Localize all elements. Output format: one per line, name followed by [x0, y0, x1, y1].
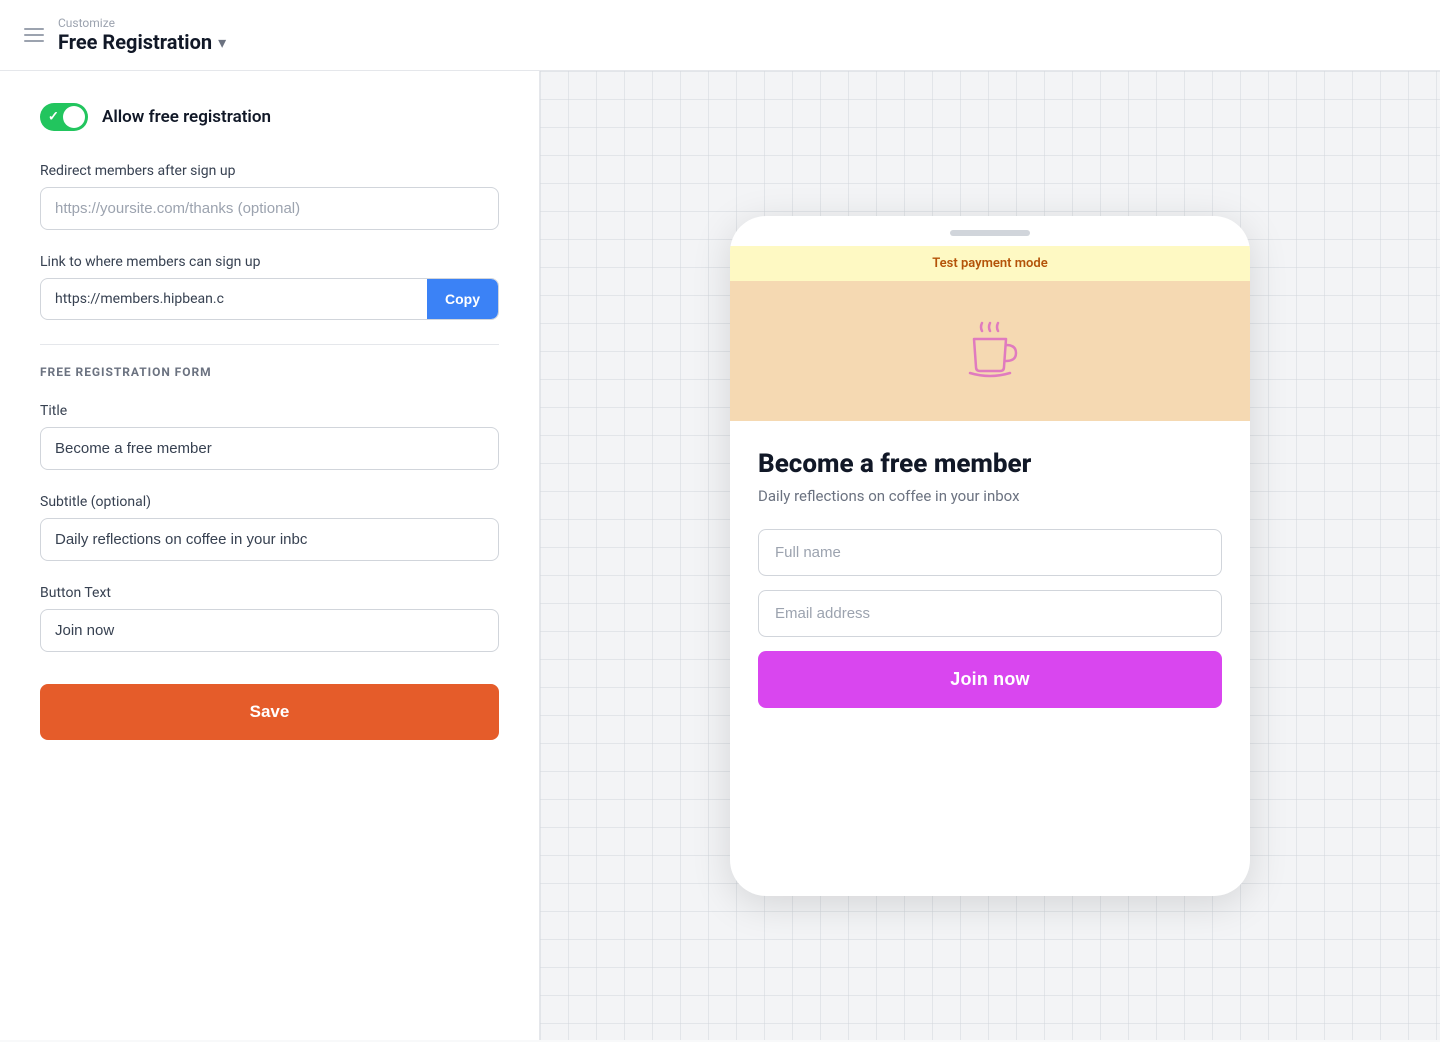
subtitle-input[interactable] — [40, 518, 499, 561]
title-label: Title — [40, 403, 499, 419]
header-title-area: Customize Free Registration ▾ — [58, 16, 226, 54]
chevron-down-icon[interactable]: ▾ — [218, 33, 226, 52]
button-text-input[interactable] — [40, 609, 499, 652]
title-input[interactable] — [40, 427, 499, 470]
button-text-label: Button Text — [40, 585, 499, 601]
preview-subtitle: Daily reflections on coffee in your inbo… — [758, 487, 1222, 505]
signup-link-url: https://members.hipbean.c — [41, 279, 427, 319]
preview-content: Become a free member Daily reflections o… — [730, 421, 1250, 740]
preview-title: Become a free member — [758, 449, 1222, 479]
customize-label: Customize — [58, 16, 226, 30]
redirect-input[interactable] — [40, 187, 499, 230]
save-button[interactable]: Save — [40, 684, 499, 740]
phone-notch — [950, 230, 1030, 236]
left-panel: ✓ Allow free registration Redirect membe… — [0, 71, 540, 1040]
allow-free-registration-row: ✓ Allow free registration — [40, 103, 499, 131]
button-text-field-group: Button Text — [40, 585, 499, 652]
test-payment-banner: Test payment mode — [730, 246, 1250, 281]
main-layout: ✓ Allow free registration Redirect membe… — [0, 71, 1440, 1040]
page-title-text: Free Registration — [58, 30, 212, 54]
redirect-field-group: Redirect members after sign up — [40, 163, 499, 230]
preview-full-name-input[interactable] — [758, 529, 1222, 576]
page-title: Free Registration ▾ — [58, 30, 226, 54]
copy-button[interactable]: Copy — [427, 279, 498, 319]
menu-icon[interactable] — [24, 28, 44, 42]
subtitle-label: Subtitle (optional) — [40, 494, 499, 510]
subtitle-field-group: Subtitle (optional) — [40, 494, 499, 561]
preview-join-button[interactable]: Join now — [758, 651, 1222, 708]
section-divider — [40, 344, 499, 345]
header: Customize Free Registration ▾ — [0, 0, 1440, 71]
toggle-label: Allow free registration — [102, 107, 271, 127]
coffee-cup-icon — [960, 321, 1020, 381]
signup-link-field-group: Link to where members can sign up https:… — [40, 254, 499, 320]
signup-link-label: Link to where members can sign up — [40, 254, 499, 270]
title-field-group: Title — [40, 403, 499, 470]
signup-link-row: https://members.hipbean.c Copy — [40, 278, 499, 320]
section-heading: FREE REGISTRATION FORM — [40, 365, 499, 379]
redirect-label: Redirect members after sign up — [40, 163, 499, 179]
toggle-check-icon: ✓ — [48, 110, 59, 125]
phone-mockup: Test payment mode Become a — [730, 216, 1250, 896]
hero-area — [730, 281, 1250, 421]
preview-email-input[interactable] — [758, 590, 1222, 637]
allow-registration-toggle[interactable]: ✓ — [40, 103, 88, 131]
right-panel: Test payment mode Become a — [540, 71, 1440, 1040]
